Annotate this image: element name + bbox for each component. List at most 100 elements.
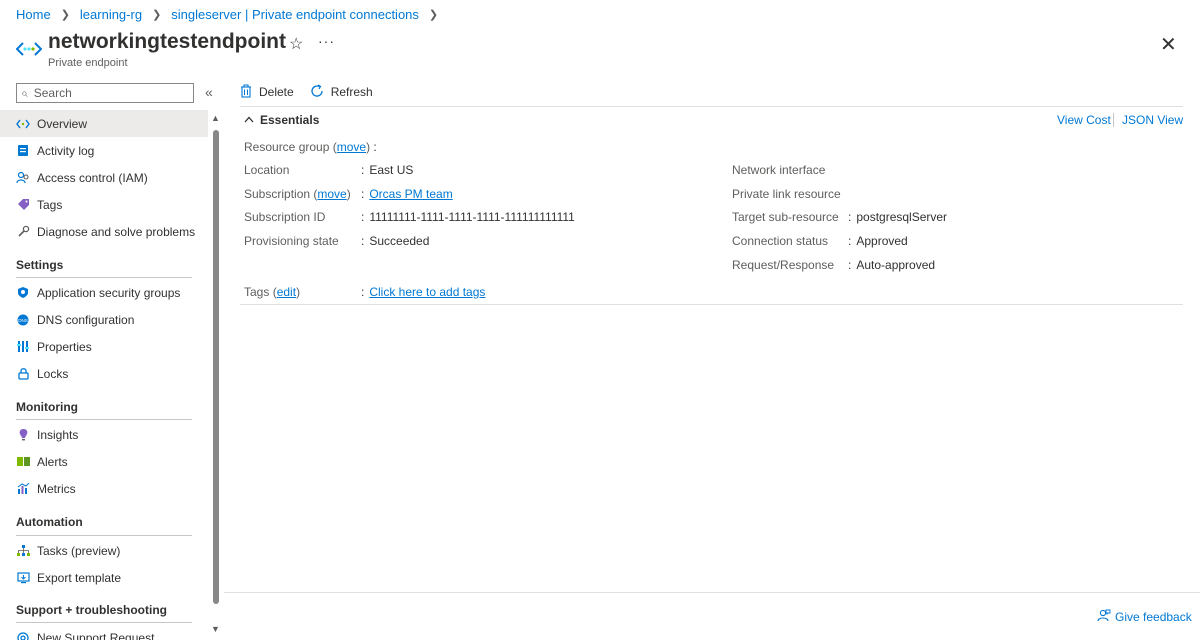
properties-icon [16,340,30,354]
sidebar-item-locks[interactable]: Locks [0,360,208,387]
give-feedback-link[interactable]: Give feedback [1097,609,1192,625]
insights-icon [16,428,30,442]
star-icon[interactable]: ☆ [289,34,303,54]
resource-group-label: Resource group (move) : [244,140,377,154]
subscription-move-link[interactable]: move [317,187,346,201]
sidebar-item-overview[interactable]: Overview [0,110,208,137]
section-divider [16,622,192,623]
essentials-divider [240,304,1183,305]
chevron-right-icon: ❯ [60,9,70,21]
svg-text:DNS: DNS [18,317,28,322]
wrench-icon [16,225,30,239]
section-divider [16,535,192,536]
metrics-icon [16,482,30,496]
sidebar-item-application-security-groups[interactable]: Application security groups [0,279,208,306]
search-input[interactable] [33,86,184,100]
section-header-support: Support + troubleshooting [16,603,167,617]
sidebar-item-activity-log[interactable]: Activity log [0,137,208,164]
sidebar-item-new-support-request[interactable]: New Support Request [0,624,208,640]
sidebar-item-metrics[interactable]: Metrics [0,475,208,502]
sidebar-item-tags[interactable]: Tags [0,191,208,218]
private-endpoint-icon [16,42,42,56]
breadcrumb-server[interactable]: singleserver | Private endpoint connecti… [171,7,419,22]
trash-icon [240,83,252,101]
provisioning-state-label: Provisioning state [244,234,339,248]
export-template-icon [16,571,30,585]
alerts-icon [16,455,30,469]
sidebar-item-label: Properties [37,339,92,354]
refresh-button[interactable]: Refresh [310,83,373,101]
section-divider [16,277,192,278]
sidebar-item-label: Insights [37,427,79,442]
json-view-link[interactable]: JSON View [1122,113,1183,127]
section-header-automation: Automation [16,515,83,529]
scroll-down-icon[interactable]: ▼ [211,624,220,634]
sidebar-item-label: Tags [37,197,63,212]
sidebar-item-tasks[interactable]: Tasks (preview) [0,537,208,564]
request-response-label: Request/Response [732,258,835,272]
essentials-toggle[interactable]: Essentials [244,113,319,127]
essentials-title: Essentials [260,113,320,127]
subscription-link[interactable]: Orcas PM team [369,187,452,201]
tags-edit-link[interactable]: edit [277,285,296,299]
dns-icon: DNS [16,313,30,327]
delete-button[interactable]: Delete [240,83,294,101]
scrollbar-thumb[interactable] [213,130,219,604]
chevron-right-icon: ❯ [428,9,439,21]
refresh-label: Refresh [330,85,373,99]
more-options-icon[interactable]: ··· [318,33,335,49]
tasks-icon [16,544,30,558]
activity-log-icon [16,144,30,158]
search-box[interactable]: ⌕ [16,83,194,103]
shield-icon [16,286,30,300]
sidebar-item-label: DNS configuration [37,312,135,327]
sidebar-item-dns-configuration[interactable]: DNS DNS configuration [0,306,208,333]
close-icon[interactable]: ✕ [1160,32,1177,57]
breadcrumb: Home ❯ learning-rg ❯ singleserver | Priv… [16,7,448,22]
support-icon [16,631,30,640]
search-icon: ⌕ [21,85,28,100]
resource-group-move-link[interactable]: move [337,140,366,154]
location-value: : East US [361,163,414,177]
footer-divider [224,592,1200,593]
view-cost-link[interactable]: View Cost [1057,113,1111,127]
connection-status-value: : Approved [848,234,908,248]
network-interface-label: Network interface [732,163,826,177]
target-sub-resource-value: : postgresqlServer [848,210,948,224]
feedback-icon [1097,609,1111,625]
sidebar-item-properties[interactable]: Properties [0,333,208,360]
breadcrumb-home[interactable]: Home [16,7,51,22]
sidebar-item-label: Application security groups [37,285,181,300]
tags-label: Tags (edit) [244,285,301,299]
sidebar-item-label: Overview [37,116,88,131]
sidebar-item-iam[interactable]: Access control (IAM) [0,164,208,191]
link-separator [1113,113,1114,127]
give-feedback-label: Give feedback [1115,610,1192,624]
location-label: Location [244,163,290,177]
section-header-settings: Settings [16,258,64,272]
tags-value: : Click here to add tags [361,285,486,299]
breadcrumb-resource-group[interactable]: learning-rg [80,7,142,22]
scroll-up-icon[interactable]: ▲ [211,113,220,123]
sidebar-item-label: Activity log [37,143,95,158]
page-subtitle: Private endpoint [48,57,128,69]
sidebar-item-label: Diagnose and solve problems [37,224,196,239]
sidebar-item-label: Alerts [37,454,68,469]
chevron-right-icon: ❯ [152,9,162,21]
section-header-monitoring: Monitoring [16,400,78,414]
sidebar-item-export-template[interactable]: Export template [0,564,208,591]
provisioning-state-value: : Succeeded [361,234,430,248]
sidebar-item-alerts[interactable]: Alerts [0,448,208,475]
overview-icon [16,117,30,131]
sidebar-item-label: Metrics [37,481,76,496]
sidebar-item-label: Tasks (preview) [37,543,121,558]
page-title: networkingtestendpoint [48,30,286,53]
sidebar-item-diagnose[interactable]: Diagnose and solve problems [0,218,208,245]
subscription-value: : Orcas PM team [361,187,453,201]
iam-icon [16,171,30,185]
sidebar-item-insights[interactable]: Insights [0,421,208,448]
add-tags-link[interactable]: Click here to add tags [369,285,485,299]
collapse-sidebar-icon[interactable]: « [205,84,213,100]
private-link-resource-label: Private link resource [732,187,841,201]
sidebar-item-label: New Support Request [37,630,155,640]
